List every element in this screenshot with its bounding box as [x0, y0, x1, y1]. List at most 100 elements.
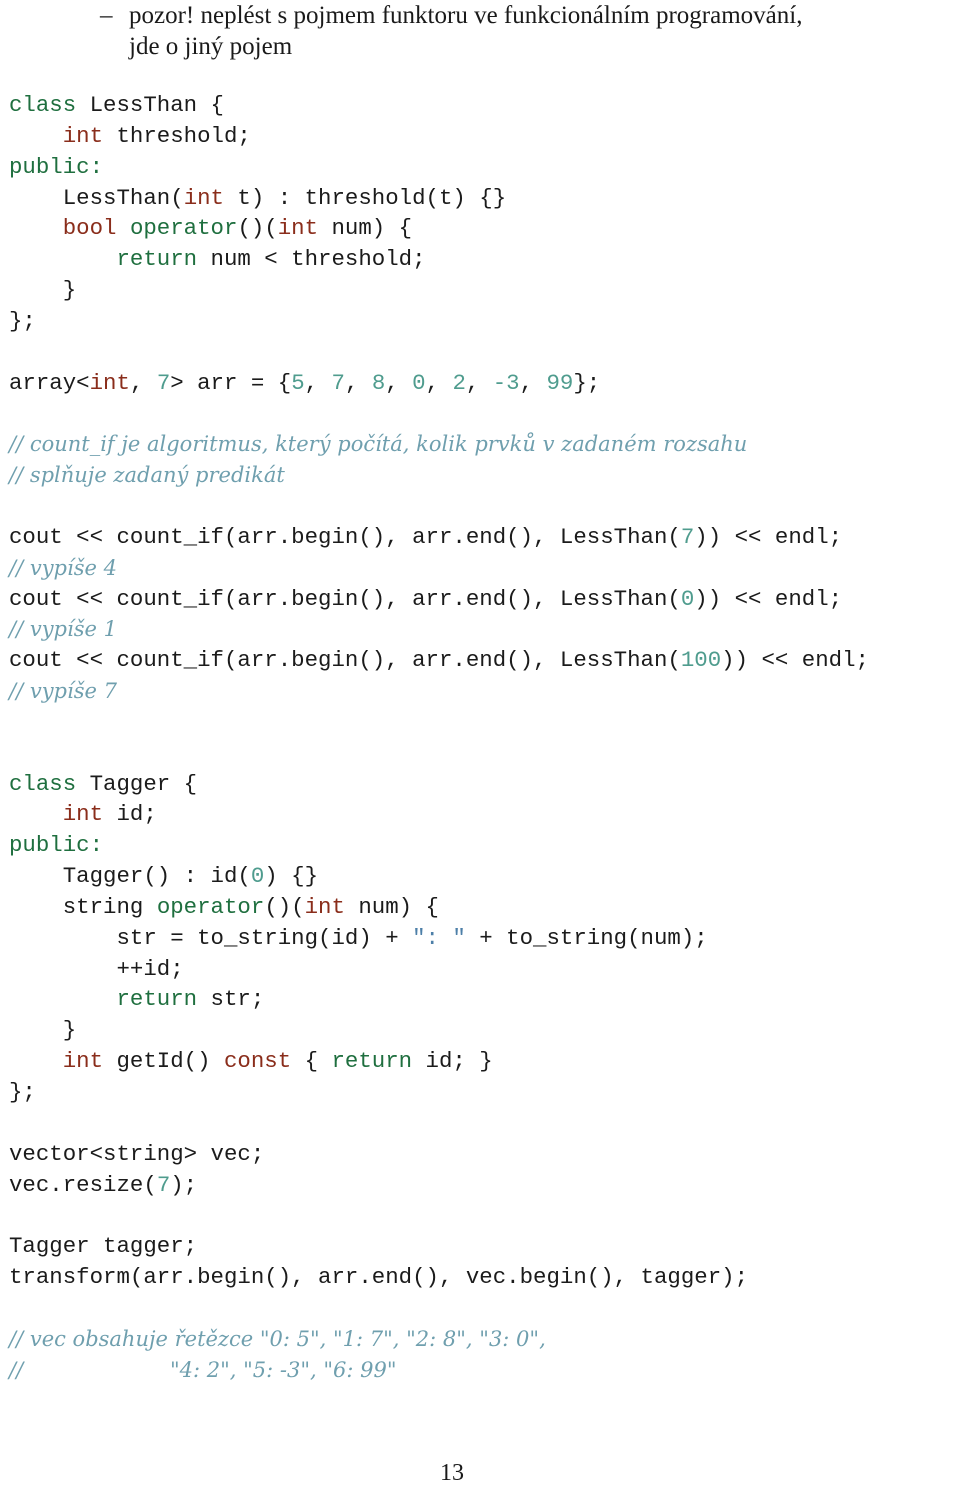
code-token: array<: [9, 369, 90, 396]
code-token: string: [9, 893, 157, 920]
code-token: str;: [197, 986, 265, 1013]
code-token: num < threshold;: [197, 246, 426, 273]
code-token: );: [170, 1171, 198, 1198]
code-line: // "4: 2", "5: -3", "6: 99": [9, 1355, 869, 1386]
type-token: int: [89, 369, 130, 396]
number-token: -3: [492, 369, 520, 396]
number-token: 0: [412, 369, 426, 396]
code-line: Tagger tagger;: [9, 1231, 869, 1262]
code-line: class LessThan {: [9, 90, 869, 121]
code-token: id;: [103, 801, 157, 828]
code-token: cout << count_if(arr.begin(), arr.end(),…: [9, 647, 681, 674]
code-token: threshold;: [103, 122, 251, 149]
comment-token: // vypíše 1: [9, 617, 117, 642]
code-token: ()(: [237, 215, 278, 242]
keyword-token: operator: [156, 893, 265, 920]
keyword-token: class: [9, 770, 77, 797]
comment-token: // vypíše 4: [9, 555, 117, 580]
bullet-text: pozor! neplést s pojmem funktoru ve funk…: [129, 0, 929, 62]
code-line: array<int, 7> arr = {5, 7, 8, 0, 2, -3, …: [9, 368, 869, 399]
code-line: };: [9, 306, 869, 337]
code-token: transform(arr.begin(), arr.end(), vec.be…: [9, 1264, 749, 1291]
code-line: cout << count_if(arr.begin(), arr.end(),…: [9, 645, 869, 676]
code-token: };: [9, 307, 36, 334]
code-listing: class LessThan { int threshold; public: L…: [9, 90, 869, 1385]
bullet-line: jde o jiný pojem: [129, 33, 293, 60]
code-line: vec.resize(7);: [9, 1170, 869, 1201]
code-line: Tagger() : id(0) {}: [9, 861, 869, 892]
comment-token: // "4: 2", "5: -3", "6: 99": [9, 1357, 397, 1382]
code-line: str = to_string(id) + ": " + to_string(n…: [9, 923, 869, 954]
code-token: ,: [425, 369, 453, 396]
code-line: // vypíše 7: [9, 676, 869, 707]
comment-token: // count_if je algoritmus, který počítá,…: [9, 432, 748, 457]
code-line: // vec obsahuje řetězce "0: 5", "1: 7", …: [9, 1324, 869, 1355]
number-token: 0: [680, 585, 695, 612]
keyword-token: return: [331, 1048, 413, 1075]
number-token: 5: [291, 369, 305, 396]
code-token: {: [291, 1048, 332, 1075]
type-token: int: [62, 1048, 104, 1075]
code-token: Tagger {: [76, 770, 198, 797]
code-token: > arr = {: [170, 369, 292, 396]
bullet-dash: –: [100, 2, 113, 29]
code-token: )) << endl;: [694, 523, 843, 550]
bullet-line: pozor! neplést s pojmem funktoru ve funk…: [129, 2, 803, 29]
page-number: 13: [440, 1460, 464, 1486]
code-line: string operator()(int num) {: [9, 892, 869, 923]
code-line: vector<string> vec;: [9, 1139, 869, 1170]
code-token: vec.resize(: [9, 1171, 157, 1198]
string-token: ": ": [412, 924, 466, 951]
comment-token: // vec obsahuje řetězce "0: 5", "1: 7", …: [9, 1326, 546, 1351]
code-token: ,: [465, 369, 493, 396]
code-token: }: [9, 277, 77, 304]
number-token: 7: [331, 369, 345, 396]
code-token: Tagger tagger;: [9, 1233, 198, 1260]
code-line: return str;: [9, 984, 869, 1015]
code-line: return num < threshold;: [9, 244, 869, 275]
number-token: 7: [156, 1171, 171, 1198]
code-token: ,: [304, 369, 332, 396]
code-token: vector<string> vec;: [9, 1140, 265, 1167]
keyword-token: return: [116, 246, 198, 273]
comment-token: // vypíše 7: [9, 679, 117, 704]
number-token: 0: [250, 863, 265, 890]
code-line: // splňuje zadaný predikát: [9, 460, 869, 491]
type-token: int: [304, 893, 345, 920]
code-token: ,: [344, 369, 372, 396]
type-token: int: [62, 801, 104, 828]
keyword-token: public:: [9, 153, 104, 180]
code-token: };: [573, 369, 601, 396]
number-token: 7: [680, 523, 695, 550]
code-token: ,: [385, 369, 413, 396]
number-token: 8: [371, 369, 386, 396]
code-line: transform(arr.begin(), arr.end(), vec.be…: [9, 1262, 869, 1293]
code-line: // vypíše 1: [9, 614, 869, 645]
type-token: const: [224, 1048, 292, 1075]
code-token: num) {: [318, 215, 413, 242]
code-line: cout << count_if(arr.begin(), arr.end(),…: [9, 584, 869, 615]
code-token: ()(: [264, 893, 305, 920]
code-token: str = to_string(id) +: [9, 924, 413, 951]
code-line: }: [9, 1015, 869, 1046]
code-token: )) << endl;: [694, 585, 843, 612]
code-line: public:: [9, 152, 869, 183]
keyword-token: operator: [129, 215, 238, 242]
code-line: // vypíše 4: [9, 553, 869, 584]
code-token: }: [9, 1017, 77, 1044]
keyword-token: class: [9, 92, 77, 118]
code-line: int id;: [9, 799, 869, 830]
code-token: cout << count_if(arr.begin(), arr.end(),…: [9, 585, 681, 612]
code-token: id; }: [412, 1048, 493, 1075]
number-token: 99: [546, 369, 574, 396]
